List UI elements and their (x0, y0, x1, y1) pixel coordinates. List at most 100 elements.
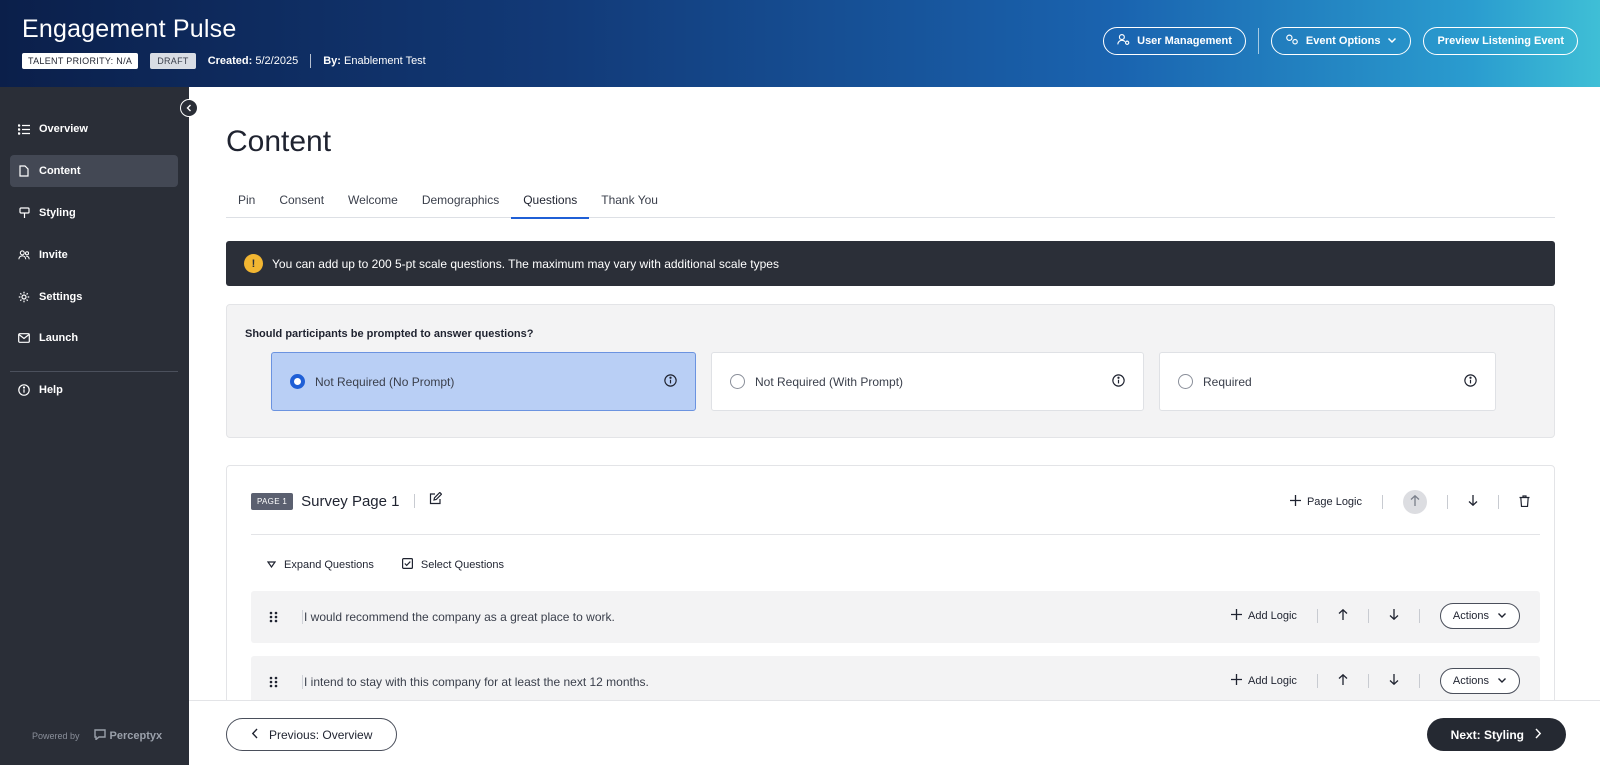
footer-nav: Previous: Overview Next: Styling (189, 700, 1600, 765)
actions-dropdown[interactable]: Actions (1439, 668, 1520, 694)
info-icon[interactable] (1112, 374, 1125, 390)
option-required[interactable]: Required (1159, 352, 1496, 411)
created-label: Created: (207, 55, 253, 67)
actions-label: Actions (1452, 675, 1489, 687)
edit-icon[interactable] (429, 491, 442, 510)
radio-unselected[interactable] (1178, 374, 1193, 389)
sidebar-item-content[interactable]: Content (10, 155, 178, 187)
previous-label: Previous: Overview (269, 727, 373, 742)
survey-page-header: PAGE 1 Survey Page 1 (251, 491, 442, 510)
question-row[interactable]: I intend to stay with this company for a… (251, 656, 1540, 700)
user-management-button[interactable]: User Management (1103, 27, 1246, 55)
sidebar-item-label: Invite (39, 249, 68, 261)
meta-divider (310, 54, 312, 68)
sidebar-item-invite[interactable]: Invite (10, 239, 178, 271)
tab-questions[interactable]: Questions (511, 190, 590, 219)
document-icon (18, 165, 30, 177)
brand-mark-icon (93, 729, 106, 743)
caret-down-icon (266, 559, 277, 571)
expand-questions-label: Expand Questions (284, 559, 374, 571)
divider (251, 534, 1540, 535)
plus-icon (1289, 495, 1301, 509)
divider (302, 675, 303, 689)
chevron-left-icon (185, 99, 193, 117)
sidebar-item-settings[interactable]: Settings (10, 281, 178, 313)
divider (1418, 609, 1420, 623)
option-label: Not Required (No Prompt) (315, 374, 455, 389)
event-meta: TALENT PRIORITY: N/A DRAFT Created: 5/2/… (22, 53, 426, 69)
notice-text: You can add up to 200 5-pt scale questio… (272, 256, 779, 271)
event-options-label: Event Options (1305, 35, 1381, 47)
page-number-tag: PAGE 1 (251, 492, 294, 510)
divider (1316, 609, 1318, 623)
option-not-required-with-prompt[interactable]: Not Required (With Prompt) (711, 352, 1144, 411)
page-title: Content (226, 125, 332, 158)
sidebar-item-launch[interactable]: Launch (10, 322, 178, 354)
checkbox-icon (401, 558, 413, 572)
add-logic-label: Add Logic (1247, 610, 1297, 622)
move-page-up-button[interactable] (1403, 490, 1427, 514)
question-tools: Expand Questions Select Questions (266, 558, 505, 572)
divider (302, 610, 303, 624)
main-content: Content Pin Consent Welcome Demographics… (189, 87, 1600, 700)
event-options-button[interactable]: Event Options (1270, 27, 1412, 55)
powered-by-label: Powered by (32, 731, 80, 741)
sidebar-item-styling[interactable]: Styling (10, 197, 178, 229)
question-row[interactable]: I would recommend the company as a great… (251, 591, 1540, 643)
question-text: I intend to stay with this company for a… (304, 675, 649, 689)
sidebar-item-label: Styling (39, 207, 76, 219)
trash-icon[interactable] (1519, 494, 1530, 510)
add-logic-button[interactable]: Add Logic (1230, 609, 1297, 623)
divider (413, 494, 415, 508)
page-toolbar: Page Logic (1289, 490, 1530, 514)
arrow-up-icon[interactable] (1338, 673, 1348, 688)
sidebar-collapse-button[interactable] (180, 99, 198, 117)
preview-label: Preview Listening Event (1437, 35, 1564, 47)
actions-dropdown[interactable]: Actions (1439, 603, 1520, 629)
tab-thank-you[interactable]: Thank You (589, 190, 670, 218)
radio-selected[interactable] (290, 374, 305, 389)
talent-priority-badge: TALENT PRIORITY: N/A (22, 53, 139, 69)
divider (1367, 674, 1369, 688)
users-icon (18, 249, 30, 261)
tab-consent[interactable]: Consent (267, 190, 336, 218)
survey-page-name: Survey Page 1 (301, 492, 400, 510)
drag-handle-icon[interactable] (269, 611, 278, 626)
expand-questions-button[interactable]: Expand Questions (266, 559, 374, 571)
info-icon[interactable] (1464, 374, 1477, 390)
page-logic-button[interactable]: Page Logic (1289, 495, 1362, 509)
created-info: Created: 5/2/2025 (208, 55, 299, 67)
divider (1447, 495, 1448, 509)
option-not-required-no-prompt[interactable]: Not Required (No Prompt) (271, 352, 696, 411)
tab-welcome[interactable]: Welcome (336, 190, 410, 218)
brush-icon (18, 207, 30, 219)
option-label: Not Required (With Prompt) (755, 374, 904, 389)
warning-icon: ! (244, 254, 263, 273)
arrow-up-icon[interactable] (1338, 608, 1348, 623)
radio-unselected[interactable] (730, 374, 745, 389)
arrow-down-icon[interactable] (1389, 609, 1399, 623)
preview-listening-event-button[interactable]: Preview Listening Event (1423, 27, 1578, 55)
divider (1316, 674, 1318, 688)
prompt-question: Should participants be prompted to answe… (245, 328, 534, 340)
info-icon[interactable] (664, 374, 677, 390)
sidebar-item-help[interactable]: Help (10, 374, 178, 406)
arrow-down-icon[interactable] (1389, 674, 1399, 688)
previous-button[interactable]: Previous: Overview (226, 718, 398, 751)
divider (1418, 674, 1420, 688)
chevron-down-icon (1497, 610, 1507, 623)
next-label: Next: Styling (1450, 727, 1524, 742)
add-logic-button[interactable]: Add Logic (1230, 674, 1297, 688)
sidebar-item-overview[interactable]: Overview (10, 113, 178, 145)
drag-handle-icon[interactable] (269, 676, 278, 691)
gear-icon (18, 291, 30, 303)
content-tabs: Pin Consent Welcome Demographics Questio… (226, 190, 1555, 219)
arrow-down-icon[interactable] (1468, 495, 1478, 509)
select-questions-label: Select Questions (420, 559, 505, 571)
select-questions-button[interactable]: Select Questions (401, 558, 505, 572)
tab-pin[interactable]: Pin (226, 190, 267, 218)
option-label: Required (1203, 374, 1252, 389)
tab-demographics[interactable]: Demographics (410, 190, 511, 218)
next-button[interactable]: Next: Styling (1426, 718, 1566, 751)
chevron-right-icon (1534, 728, 1542, 742)
